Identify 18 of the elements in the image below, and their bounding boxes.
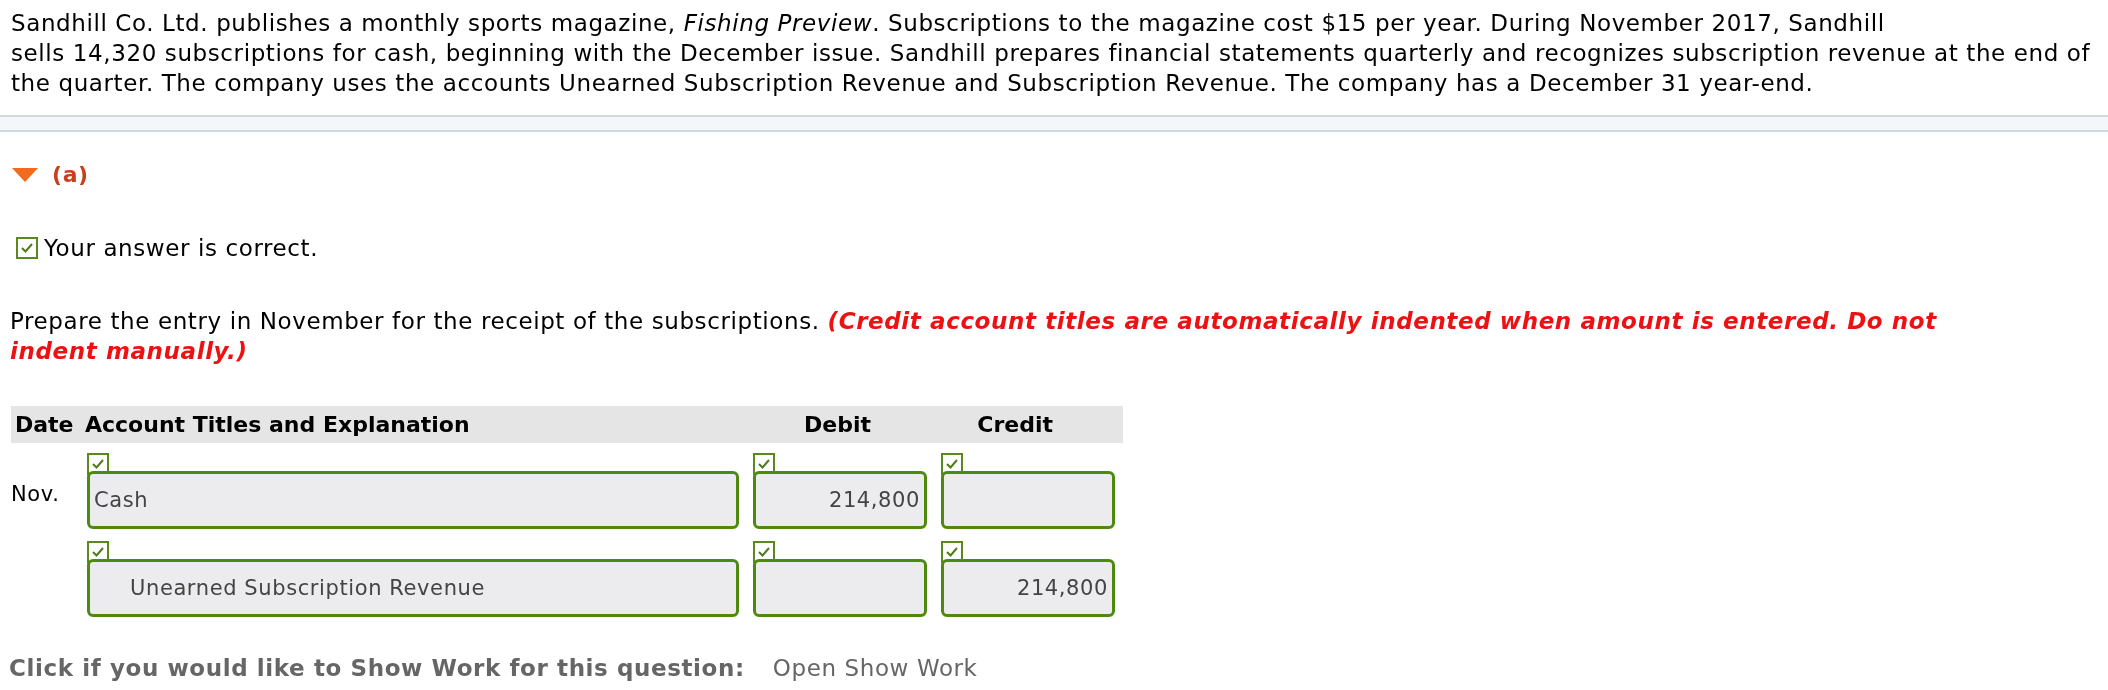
input-field[interactable] (941, 470, 1115, 529)
problem-text: Sandhill Co. Ltd. publishes a monthly sports magazine, Fishing Preview. Subscriptions to the magazine cost $15 per year. During November 2017, Sandhill sells 14,320 subscriptions for cash, beginning with the December issue. Sandhill prepares financial statements quarterly and recognizes subscription revenue at the end of the quarter. The company uses the accounts Unearned Subscription Revenue and Subscription Revenue. The company has a December 31 year-end. (10, 9, 2092, 98)
input-field[interactable]: Cash (87, 470, 739, 529)
input-field[interactable]: 214,800 (753, 470, 927, 529)
part-label[interactable]: (a) (52, 158, 89, 191)
result-message: Your answer is correct. (44, 234, 319, 263)
column-header: Debit (803, 410, 872, 439)
show-work-prompt: Click if you would like to Show Work for this question: (9, 653, 745, 683)
column-header: Credit (976, 410, 1054, 439)
open-show-work-link[interactable]: Open Show Work (772, 650, 978, 685)
input-field[interactable]: Unearned Subscription Revenue (87, 558, 739, 617)
instruction-text: Prepare the entry in November for the receipt of the subscriptions. (Credit account titles are automatically indented when amount is entered. Do not indent manually.) (9, 306, 1938, 366)
column-header: Date (14, 410, 75, 439)
disclosure-triangle-icon[interactable] (12, 166, 38, 183)
input-field[interactable] (753, 558, 927, 617)
column-header: Account Titles and Explanation (84, 410, 471, 439)
input-field[interactable]: 214,800 (941, 558, 1115, 617)
date-cell: Nov. (11, 481, 60, 506)
